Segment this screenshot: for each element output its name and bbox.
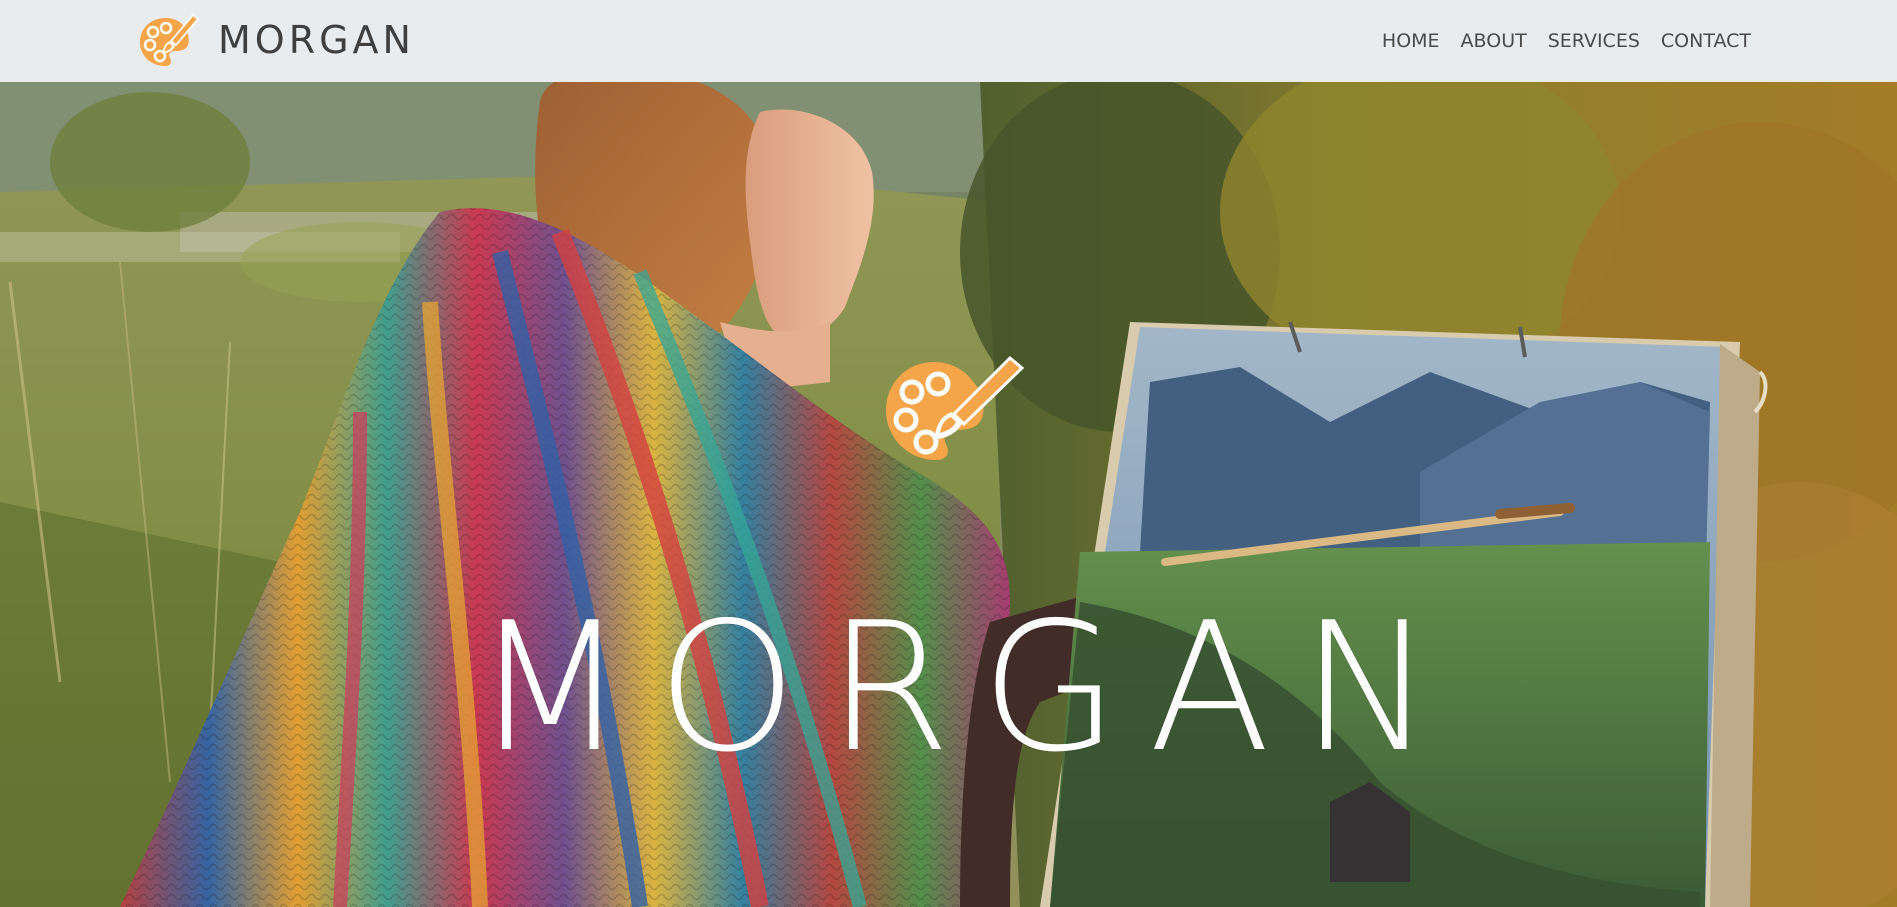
brand-name: MORGAN bbox=[218, 18, 415, 62]
hero-title: MORGAN bbox=[473, 584, 1464, 792]
nav-link-home[interactable]: HOME bbox=[1382, 25, 1440, 57]
nav-link-contact[interactable]: CONTACT bbox=[1661, 25, 1751, 57]
nav-link-about[interactable]: ABOUT bbox=[1461, 25, 1527, 57]
nav-link-services[interactable]: SERVICES bbox=[1548, 25, 1640, 57]
hero-section: MORGAN bbox=[0, 82, 1897, 907]
navbar: MORGAN HOME ABOUT SERVICES CONTACT bbox=[0, 0, 1897, 82]
nav-links: HOME ABOUT SERVICES CONTACT bbox=[1382, 25, 1751, 57]
palette-brush-icon bbox=[140, 13, 200, 66]
brand-home-link[interactable]: MORGAN bbox=[138, 12, 415, 68]
palette-brush-icon bbox=[886, 355, 1025, 460]
